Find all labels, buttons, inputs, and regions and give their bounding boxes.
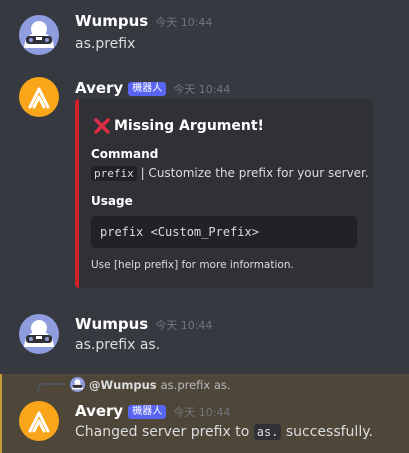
timestamp: 今天 10:44 — [155, 319, 213, 332]
field-name-usage: Usage — [91, 194, 133, 208]
message-content: Changed server prefix to as. successfull… — [75, 424, 373, 440]
usage-codeblock: prefix <Custom_Prefix> — [91, 216, 357, 248]
username[interactable]: Avery — [75, 402, 123, 420]
embed-title: Missing Argument! — [93, 117, 264, 135]
command-code: prefix — [91, 166, 137, 181]
wumpus-avatar-icon — [19, 15, 59, 55]
field-name-command: Command — [91, 147, 159, 161]
bot-tag: 機器人 — [128, 82, 167, 96]
avery-avatar-icon — [19, 401, 59, 441]
reply-wumpus-avatar — [70, 377, 85, 392]
message-content: as.prefix as. — [75, 337, 161, 353]
reply-text[interactable]: as.prefix as. — [161, 378, 231, 392]
avery-avatar-icon — [19, 77, 59, 117]
content-before: Changed server prefix to — [75, 424, 250, 440]
avery-avatar[interactable] — [19, 77, 59, 117]
wumpus-avatar[interactable] — [19, 15, 59, 55]
error-embed: Missing Argument! Command prefix | Custo… — [75, 99, 373, 288]
wumpus-avatar[interactable] — [19, 314, 59, 354]
timestamp: 今天 10:44 — [173, 406, 231, 419]
reply-connector — [37, 383, 65, 393]
message-content: as.prefix — [75, 36, 136, 52]
username[interactable]: Wumpus — [75, 12, 148, 30]
avery-avatar[interactable] — [19, 401, 59, 441]
bot-tag: 機器人 — [128, 405, 167, 419]
field-value-command: prefix | Customize the prefix for your s… — [91, 166, 369, 181]
reply-mention[interactable]: @Wumpus — [89, 378, 157, 392]
red-x-icon — [94, 118, 110, 134]
username[interactable]: Avery — [75, 79, 123, 97]
wumpus-avatar-icon — [19, 314, 59, 354]
content-after: successfully. — [285, 424, 373, 440]
command-description: | Customize the prefix for your server. — [140, 166, 369, 180]
timestamp: 今天 10:44 — [155, 16, 213, 29]
embed-footer: Use [help prefix] for more information. — [91, 259, 294, 271]
timestamp: 今天 10:44 — [173, 83, 231, 96]
username[interactable]: Wumpus — [75, 315, 148, 333]
embed-title-text: Missing Argument! — [114, 118, 264, 134]
prefix-code: as. — [253, 424, 282, 440]
reply-reference[interactable]: @Wumpus as.prefix as. — [70, 377, 231, 392]
wumpus-avatar-icon — [70, 377, 85, 392]
